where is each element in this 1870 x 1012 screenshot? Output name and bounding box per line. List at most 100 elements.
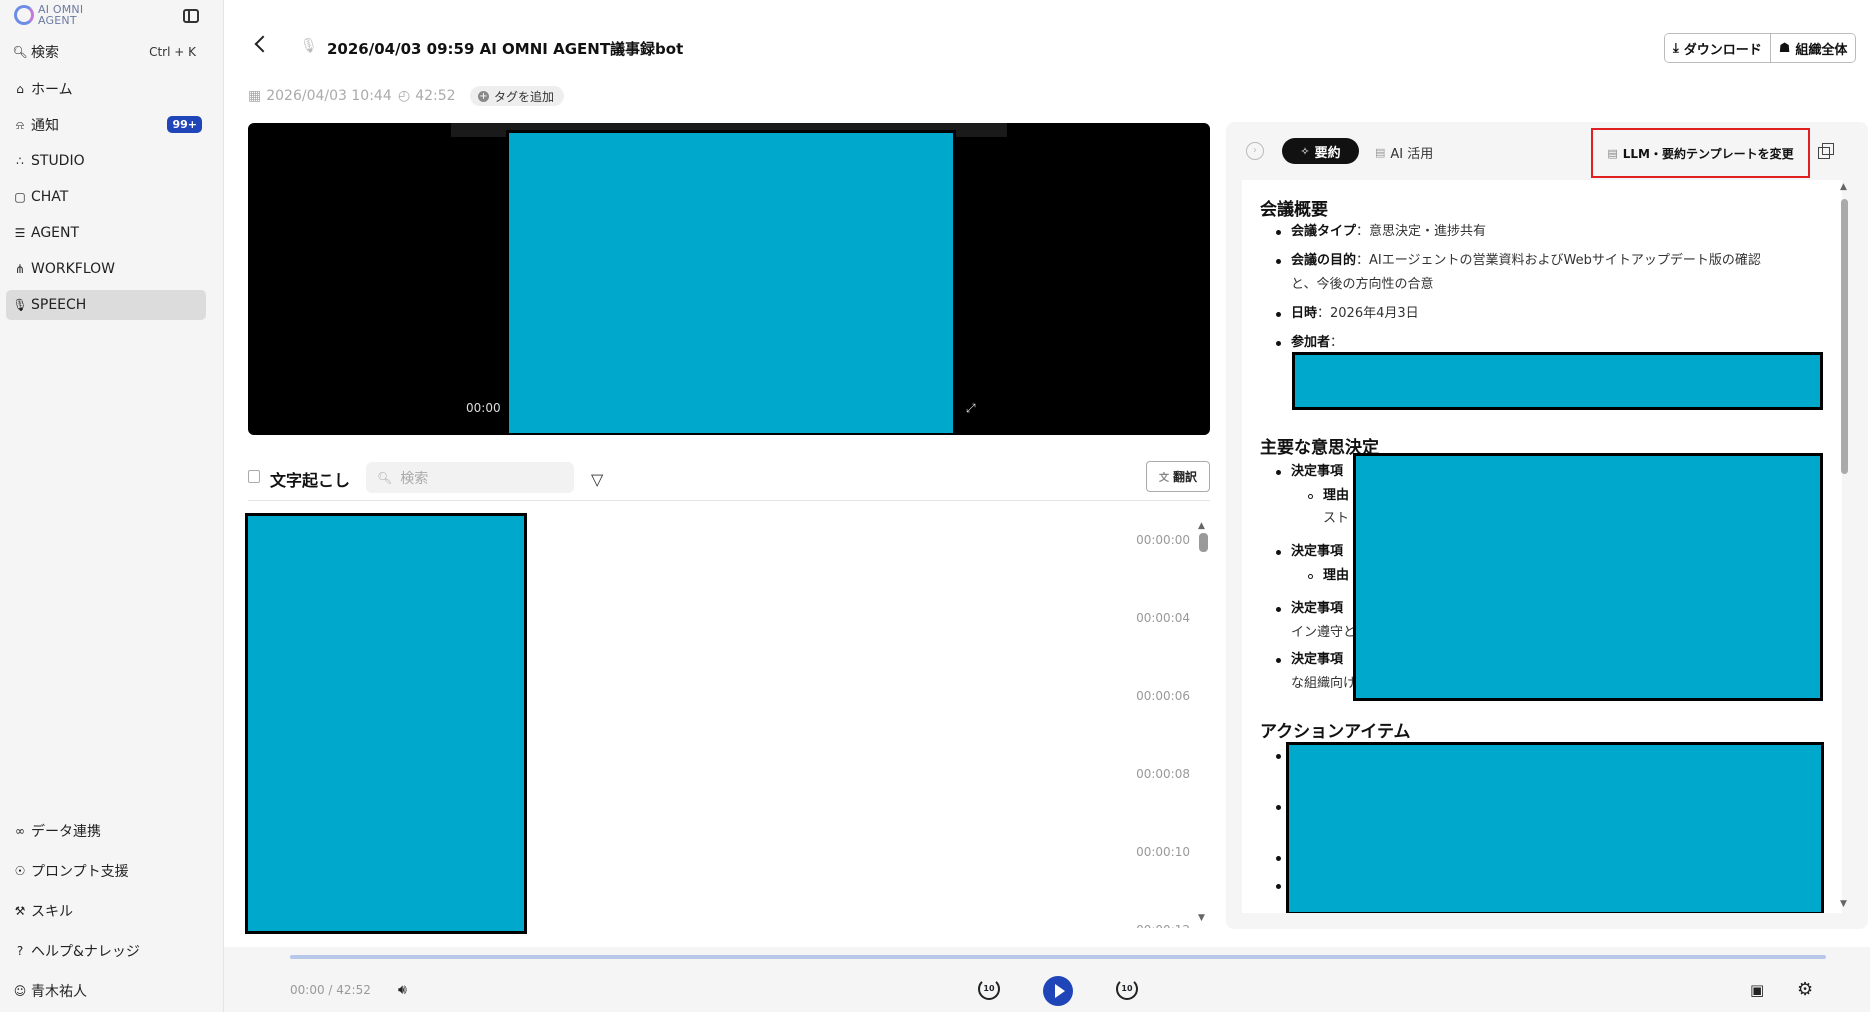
action-items-heading: アクションアイテム <box>1260 722 1411 742</box>
timestamp[interactable]: 00:00:10 <box>1110 845 1190 859</box>
decision-fragment: イン遵守と <box>1291 625 1357 640</box>
volume-icon[interactable]: 🔊︎ <box>398 982 407 998</box>
transcript-icon <box>248 470 260 483</box>
reason-label: 理由 <box>1323 488 1350 503</box>
recording-date: ▦ 2026/04/03 10:44 <box>248 88 392 104</box>
user-icon: ☺ <box>13 984 27 998</box>
sidebar-item-label: 検索 <box>31 45 59 61</box>
timestamp[interactable]: 00:00:00 <box>1110 533 1190 547</box>
scroll-up-arrow[interactable]: ▲ <box>1840 182 1847 192</box>
sidebar-toggle-icon[interactable] <box>183 9 199 23</box>
bullet <box>1276 470 1281 475</box>
scroll-down-arrow[interactable]: ▼ <box>1198 913 1205 923</box>
fullscreen-icon[interactable]: ⤢ <box>966 401 976 416</box>
sidebar-item-search[interactable]: 🔍︎ 検索 Ctrl + K <box>6 37 206 67</box>
transcript-search-input[interactable]: 🔍︎ 検索 <box>366 462 574 493</box>
sidebar-item-label: WORKFLOW <box>31 261 115 277</box>
sidebar-item-user[interactable]: ☺ 青木祐人 <box>6 976 206 1006</box>
sidebar-item-speech[interactable]: 🎙︎ SPEECH <box>6 290 206 320</box>
sidebar-item-home[interactable]: ⌂ ホーム <box>6 74 206 104</box>
bullet <box>1276 230 1281 235</box>
tab-ai-label: AI 活用 <box>1390 147 1434 162</box>
help-icon: ? <box>16 944 24 958</box>
bullet <box>1276 884 1281 889</box>
bullet <box>1276 607 1281 612</box>
sidebar-item-label: STUDIO <box>31 153 85 169</box>
video-off-icon[interactable]: ▣ <box>1750 981 1764 999</box>
download-button[interactable]: ⤓ ダウンロード <box>1665 34 1770 62</box>
redacted-action-items <box>1286 742 1824 913</box>
sidebar-item-label: データ連携 <box>31 824 101 840</box>
summary-content: 会議概要 会議タイプ：意思決定・進捗共有 会議の目的：AIエージェントの営業資料… <box>1242 180 1842 913</box>
scroll-down-arrow[interactable]: ▼ <box>1840 899 1847 909</box>
add-tag-label: タグを追加 <box>494 89 555 104</box>
sidebar-item-label: SPEECH <box>31 297 87 313</box>
sidebar-item-agent[interactable]: ☰ AGENT <box>6 218 206 248</box>
translate-button[interactable]: 文 翻訳 <box>1146 461 1210 492</box>
timestamp[interactable]: 00:00:12 <box>1110 923 1190 928</box>
timestamp[interactable]: 00:00:04 <box>1110 611 1190 625</box>
sidebar-item-notifications[interactable]: ⍾ 通知 99+ <box>6 110 206 140</box>
playback-progress[interactable] <box>290 955 1826 959</box>
tab-ai[interactable]: ▤ AI 活用 <box>1375 143 1433 162</box>
gear-icon[interactable]: ⚙ <box>1797 979 1813 1000</box>
bell-icon: ⍾ <box>16 117 24 132</box>
timestamp[interactable]: 00:00:08 <box>1110 767 1190 781</box>
change-template-button[interactable]: ▤ LLM・要約テンプレートを変更 <box>1591 128 1810 178</box>
logo-icon <box>14 5 34 25</box>
sidebar-item-skills[interactable]: ⚒ スキル <box>6 896 206 926</box>
video-player[interactable]: 00:00 ⤢ <box>248 123 1210 435</box>
sidebar-item-studio[interactable]: ∴ STUDIO <box>6 146 206 176</box>
microphone-icon: 🎙︎ <box>300 38 318 54</box>
recording-duration: ◴ 42:52 <box>398 88 456 104</box>
bullet <box>1276 754 1281 759</box>
summary-scrollbar[interactable] <box>1841 199 1848 474</box>
search-shortcut: Ctrl + K <box>149 45 196 59</box>
redacted-decisions <box>1353 453 1823 701</box>
bullet <box>1276 856 1281 861</box>
divider <box>248 500 1210 501</box>
clock-icon: ◴ <box>398 88 411 104</box>
meeting-purpose: 会議の目的：AIエージェントの営業資料およびWebサイトアップデート版の確認 <box>1291 253 1761 268</box>
organization-button[interactable]: ☗ 組織全体 <box>1769 34 1856 62</box>
redacted-video-content <box>506 130 956 435</box>
timestamp[interactable]: 00:00:06 <box>1110 689 1190 703</box>
scroll-up-arrow[interactable]: ▲ <box>1198 521 1205 531</box>
meeting-date: 日時：2026年4月3日 <box>1291 306 1419 321</box>
search-placeholder: 検索 <box>400 470 429 487</box>
decision-fragment: な組織向け <box>1291 676 1357 691</box>
logo[interactable]: AI OMNI AGENT <box>14 4 84 26</box>
bullet <box>1276 341 1281 346</box>
sidebar-item-data-integration[interactable]: ∞ データ連携 <box>6 816 206 846</box>
copy-icon[interactable] <box>1818 143 1834 159</box>
expand-icon[interactable]: › <box>1246 142 1264 160</box>
chat-icon: ▢ <box>14 190 26 204</box>
wrench-icon: ⚒ <box>14 904 26 918</box>
sidebar-item-label: ヘルプ&ナレッジ <box>31 944 140 960</box>
playback-time: 00:00 / 42:52 <box>290 983 371 997</box>
transcript-title: 文字起こし <box>270 471 351 490</box>
forward-10-icon[interactable]: 10 <box>1116 978 1138 1000</box>
translate-icon: 文 <box>1158 473 1169 484</box>
sidebar-item-prompt-support[interactable]: ☉ プロンプト支援 <box>6 856 206 886</box>
sidebar-item-workflow[interactable]: ⋔ WORKFLOW <box>6 254 206 284</box>
logo-text: AI OMNI AGENT <box>38 3 84 27</box>
sidebar-item-help[interactable]: ? ヘルプ&ナレッジ <box>6 936 206 966</box>
bullet <box>1276 312 1281 317</box>
video-time: 00:00 <box>466 401 501 415</box>
back-icon[interactable] <box>254 35 272 53</box>
tab-summary[interactable]: ✧ 要約 <box>1282 138 1359 164</box>
meeting-type: 会議タイプ：意思決定・進捗共有 <box>1291 224 1487 239</box>
sidebar-item-label: スキル <box>31 904 73 920</box>
sidebar-item-chat[interactable]: ▢ CHAT <box>6 182 206 212</box>
transcript-scrollbar[interactable] <box>1199 533 1208 552</box>
header-actions: ⤓ ダウンロード ☗ 組織全体 <box>1664 33 1857 63</box>
recording-duration-text: 42:52 <box>415 88 456 104</box>
filter-icon[interactable]: ▽ <box>591 470 603 489</box>
decision-label: 決定事項 <box>1291 601 1344 616</box>
rewind-10-icon[interactable]: 10 <box>978 978 1000 1000</box>
add-tag-button[interactable]: + タグを追加 <box>470 86 565 106</box>
decision-fragment: スト <box>1323 511 1350 526</box>
reason-label: 理由 <box>1323 568 1350 583</box>
play-button[interactable] <box>1043 976 1073 1006</box>
